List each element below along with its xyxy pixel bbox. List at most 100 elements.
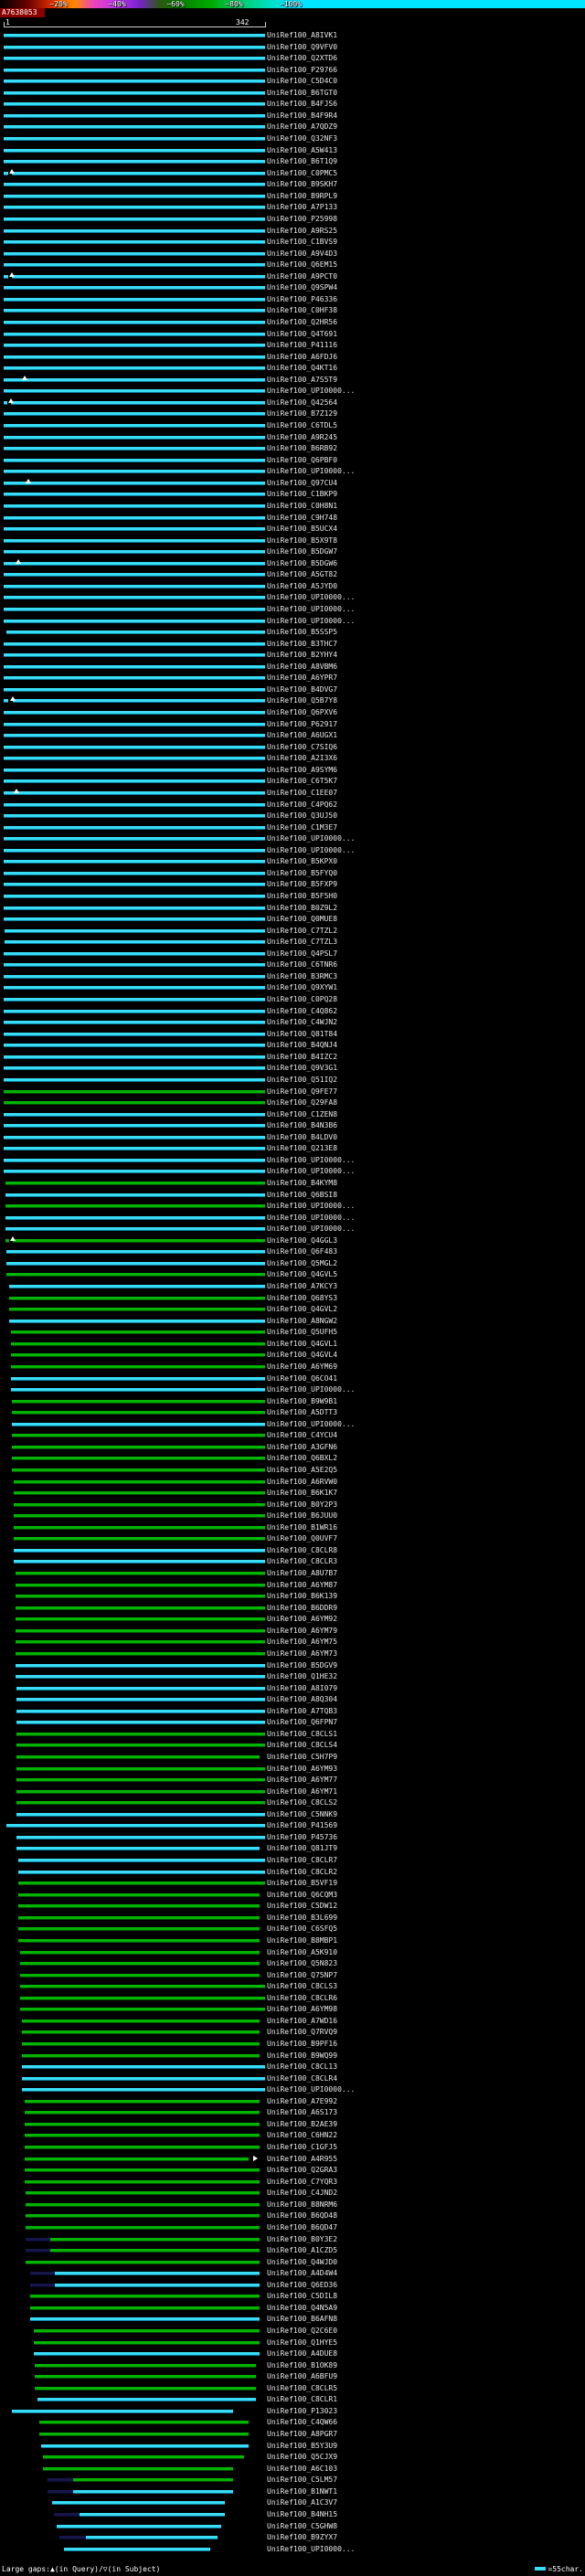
hit-label[interactable]: UniRef100_Q5N823 — [267, 1959, 337, 1968]
hit-bar[interactable] — [4, 1101, 265, 1106]
hit-bar[interactable] — [12, 2409, 233, 2413]
hit-label[interactable]: UniRef100_Q5UFH5 — [267, 1328, 337, 1337]
hit-bar[interactable] — [26, 2202, 261, 2207]
hit-bar[interactable] — [19, 1996, 265, 2000]
hit-bar[interactable] — [4, 779, 265, 784]
hit-bar[interactable] — [13, 1491, 265, 1496]
hit-label[interactable]: UniRef100_P25998 — [267, 215, 337, 224]
hit-bar[interactable] — [4, 1055, 265, 1059]
hit-bar[interactable] — [16, 1847, 261, 1851]
hit-label[interactable]: UniRef100_Q29FA8 — [267, 1098, 337, 1108]
hit-label[interactable]: UniRef100_Q9SPW4 — [267, 283, 337, 292]
hit-label[interactable]: UniRef100_Q5CJX9 — [267, 2453, 337, 2462]
hit-bar[interactable] — [80, 2512, 226, 2517]
hit-label[interactable]: UniRef100_A6YM93 — [267, 1765, 337, 1774]
hit-label[interactable]: UniRef100_A5K910 — [267, 1948, 337, 1957]
hit-bar[interactable] — [4, 228, 265, 233]
hit-label[interactable]: UniRef100_A5E2Q5 — [267, 1466, 337, 1475]
hit-bar[interactable] — [10, 1341, 265, 1346]
hit-label[interactable]: UniRef100_B0Y3E2 — [267, 2235, 337, 2244]
hit-bar[interactable] — [4, 412, 265, 417]
hit-label[interactable]: UniRef100_C7YQR3 — [267, 2178, 337, 2187]
hit-bar[interactable] — [17, 1882, 265, 1886]
hit-label[interactable]: UniRef100_P62917 — [267, 720, 337, 729]
hit-bar[interactable] — [4, 400, 8, 405]
hit-bar[interactable] — [13, 1525, 265, 1530]
hit-bar[interactable] — [4, 274, 9, 279]
hit-bar[interactable] — [11, 400, 265, 405]
hit-bar[interactable] — [10, 1330, 265, 1335]
hit-bar[interactable] — [12, 1422, 265, 1426]
hit-label[interactable]: UniRef100_B2AE39 — [267, 2120, 337, 2129]
hit-bar[interactable] — [39, 2433, 249, 2437]
hit-label[interactable]: UniRef100_C8CLR4 — [267, 2074, 337, 2083]
hit-label[interactable]: UniRef100_B5FYQ0 — [267, 869, 337, 878]
hit-bar[interactable] — [10, 1388, 265, 1393]
hit-bar[interactable] — [17, 1892, 261, 1897]
hit-label[interactable]: UniRef100_B4KYM8 — [267, 1179, 337, 1188]
hit-bar[interactable] — [53, 2512, 80, 2517]
hit-bar[interactable] — [16, 1698, 265, 1702]
hit-bar[interactable] — [17, 1859, 265, 1863]
hit-label[interactable]: UniRef100_A7WD16 — [267, 2017, 337, 2026]
hit-label[interactable]: UniRef100_B5DGV9 — [267, 1661, 337, 1670]
hit-bar[interactable] — [4, 1021, 265, 1025]
hit-bar[interactable] — [4, 1009, 265, 1013]
hit-label[interactable]: UniRef100_B3RMC3 — [267, 972, 337, 981]
hit-label[interactable]: UniRef100_B9ZYX7 — [267, 2533, 337, 2542]
hit-label[interactable]: UniRef100_Q4WJD0 — [267, 2258, 337, 2267]
hit-bar[interactable] — [17, 1904, 261, 1909]
hit-label[interactable]: UniRef100_C7TZL3 — [267, 938, 337, 947]
hit-bar[interactable] — [4, 734, 265, 738]
hit-bar[interactable] — [26, 2260, 261, 2264]
hit-label[interactable]: UniRef100_Q6PBF0 — [267, 456, 337, 465]
hit-bar[interactable] — [4, 217, 265, 221]
hit-label[interactable]: UniRef100_B6AFN8 — [267, 2315, 337, 2324]
hit-bar[interactable] — [4, 125, 265, 130]
hit-bar[interactable] — [16, 1686, 265, 1691]
hit-label[interactable]: UniRef100_UPI0000... — [267, 593, 355, 602]
hit-bar[interactable] — [4, 527, 265, 532]
hit-bar[interactable] — [73, 2478, 233, 2483]
hit-bar[interactable] — [4, 745, 265, 749]
hit-label[interactable]: UniRef100_P41569 — [267, 1821, 337, 1830]
hit-bar[interactable] — [4, 1158, 265, 1162]
hit-bar[interactable] — [4, 687, 265, 692]
hit-bar[interactable] — [4, 664, 265, 669]
hit-label[interactable]: UniRef100_A8Q304 — [267, 1695, 337, 1704]
hit-label[interactable]: UniRef100_UPI0000... — [267, 1224, 355, 1234]
hit-bar[interactable] — [50, 2249, 261, 2253]
hit-bar[interactable] — [4, 1044, 265, 1048]
hit-label[interactable]: UniRef100_A6YM75 — [267, 1638, 337, 1647]
hit-bar[interactable] — [17, 1927, 261, 1932]
hit-label[interactable]: UniRef100_B5DGW6 — [267, 559, 337, 568]
hit-label[interactable]: UniRef100_A4DUE8 — [267, 2349, 337, 2359]
hit-bar[interactable] — [19, 1973, 261, 1977]
hit-bar[interactable] — [22, 2088, 265, 2093]
hit-bar[interactable] — [4, 34, 265, 37]
hit-bar[interactable] — [5, 1182, 265, 1185]
hit-bar[interactable] — [4, 148, 265, 153]
hit-bar[interactable] — [17, 1915, 261, 1920]
hit-bar[interactable] — [16, 1789, 265, 1794]
hit-bar[interactable] — [16, 1744, 265, 1748]
hit-bar[interactable] — [35, 2363, 256, 2368]
hit-label[interactable]: UniRef100_A7S5T9 — [267, 376, 337, 385]
hit-bar[interactable] — [5, 631, 265, 635]
hit-bar[interactable] — [4, 1135, 265, 1140]
hit-bar[interactable] — [8, 1308, 265, 1312]
hit-label[interactable]: UniRef100_Q213E8 — [267, 1144, 337, 1153]
hit-label[interactable]: UniRef100_UPI0000... — [267, 1156, 355, 1165]
hit-bar[interactable] — [15, 1572, 265, 1576]
hit-label[interactable]: UniRef100_B7Z129 — [267, 409, 337, 419]
hit-bar[interactable] — [30, 2317, 261, 2322]
hit-bar[interactable] — [4, 90, 265, 95]
hit-label[interactable]: UniRef100_Q4GVL1 — [267, 1340, 337, 1349]
hit-bar[interactable] — [55, 2272, 261, 2276]
hit-label[interactable]: UniRef100_UPI0000... — [267, 1167, 355, 1176]
hit-bar[interactable] — [4, 171, 9, 175]
hit-bar[interactable] — [15, 1606, 265, 1610]
hit-label[interactable]: UniRef100_A5DTT3 — [267, 1408, 337, 1417]
hit-bar[interactable] — [4, 906, 265, 910]
hit-bar[interactable] — [4, 561, 265, 566]
